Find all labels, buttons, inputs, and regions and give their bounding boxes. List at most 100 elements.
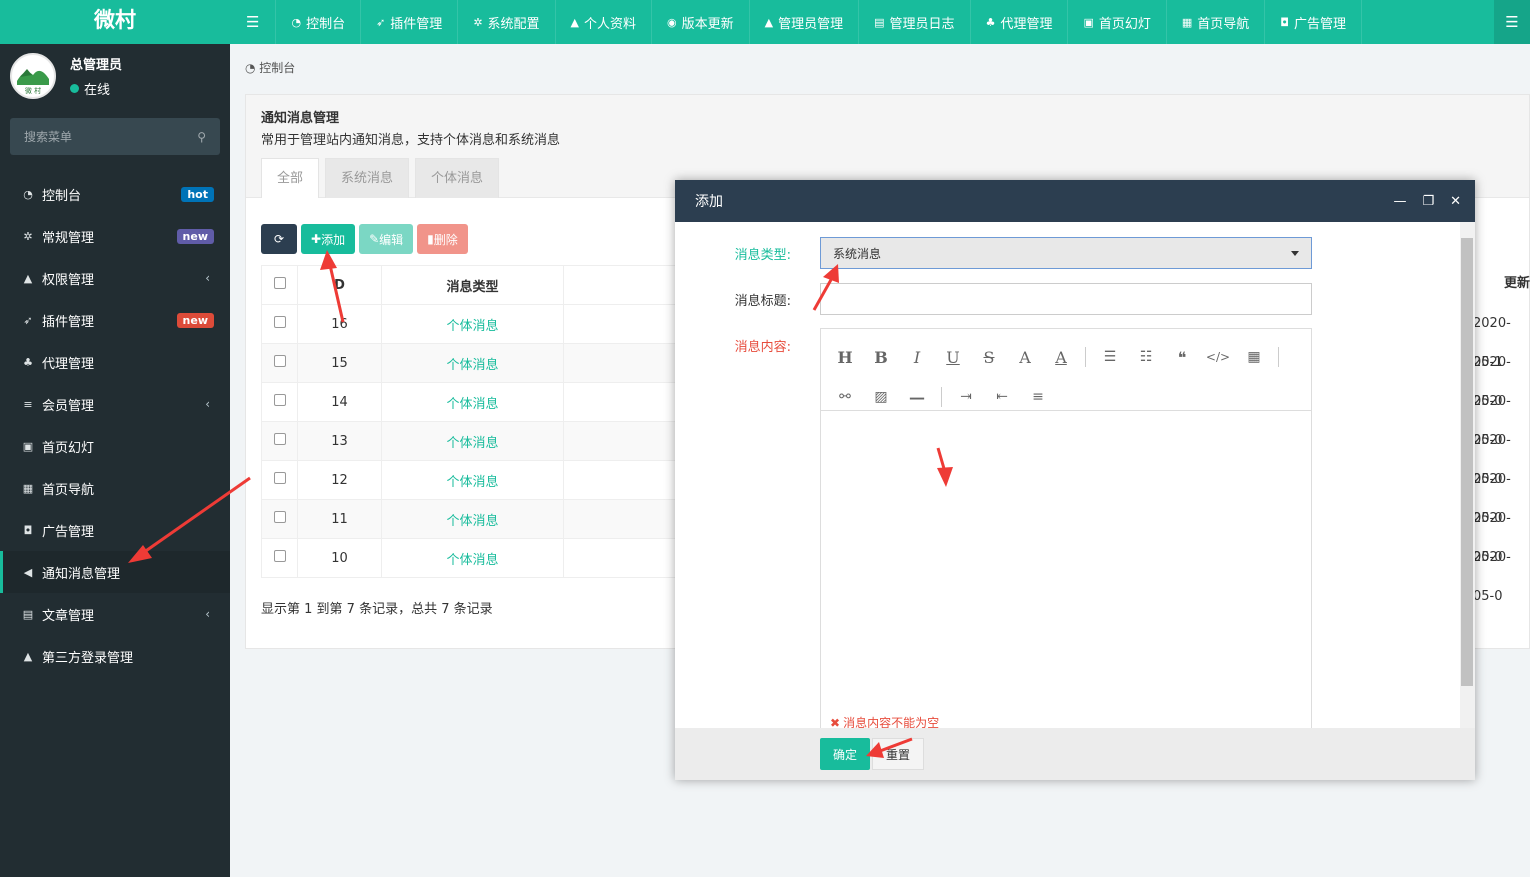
dialog-header[interactable]: 添加 — ❐ ✕ (675, 180, 1475, 222)
italic-icon[interactable]: I (899, 337, 935, 377)
topnav-item-10[interactable]: ◘ 广告管理 (1265, 0, 1363, 44)
table-row[interactable]: 13 个体消息 (261, 421, 691, 461)
right-menu-toggle-icon[interactable]: ☰ (1494, 0, 1530, 44)
indent-icon[interactable]: ⇥ (948, 377, 984, 417)
minimize-icon[interactable]: — (1393, 194, 1406, 209)
column-updated[interactable]: 更新 (1473, 264, 1530, 304)
strikethrough-icon[interactable]: S (971, 337, 1007, 377)
sidebar-item-10[interactable]: ▤ 文章管理 ‹ (0, 593, 230, 635)
search-icon[interactable]: ⚲ (197, 130, 206, 144)
sidebar-item-3[interactable]: ➶ 插件管理 new (0, 299, 230, 341)
sidebar-item-11[interactable]: ▲ 第三方登录管理 (0, 635, 230, 677)
reset-button[interactable]: 重置 (872, 738, 924, 770)
table-icon[interactable]: ▦ (1236, 337, 1272, 377)
add-button[interactable]: ✚ 添加 (301, 224, 356, 254)
sidebar-item-0[interactable]: ◔ 控制台 hot (0, 173, 230, 215)
sidebar-item-4[interactable]: ♣ 代理管理 (0, 341, 230, 383)
topnav-item-7[interactable]: ♣ 代理管理 (971, 0, 1069, 44)
topnav-item-9[interactable]: ▦ 首页导航 (1167, 0, 1266, 44)
topnav-item-1[interactable]: ➶ 插件管理 (361, 0, 459, 44)
topnav-item-2[interactable]: ✲ 系统配置 (458, 0, 556, 44)
row-type[interactable]: 个体消息 (381, 538, 564, 578)
breadcrumb[interactable]: ◔ 控制台 (245, 59, 295, 76)
message-title-input[interactable] (820, 283, 1312, 315)
sidebar-item-1[interactable]: ✲ 常规管理 new (0, 215, 230, 257)
film-icon: ▣ (22, 439, 34, 453)
topnav-item-3[interactable]: ▲ 个人资料 (556, 0, 653, 44)
row-spacer (563, 304, 691, 344)
delete-button[interactable]: ▮ 删除 (417, 224, 468, 254)
table-row[interactable]: 16 个体消息 (261, 304, 691, 344)
row-checkbox[interactable] (261, 499, 298, 539)
bold-icon[interactable]: B (863, 337, 899, 377)
row-checkbox[interactable] (261, 421, 298, 461)
chevron-left-icon: ‹ (205, 271, 210, 285)
chevron-left-icon: ‹ (205, 397, 210, 411)
maximize-icon[interactable]: ❐ (1422, 194, 1434, 209)
table-row[interactable]: 15 个体消息 (261, 343, 691, 383)
column-id[interactable]: D (297, 265, 382, 305)
app-logo[interactable]: 微村 (0, 0, 230, 44)
row-checkbox[interactable] (261, 382, 298, 422)
editor-content-area[interactable] (821, 411, 1311, 728)
link-icon[interactable]: ⚯ (827, 377, 863, 417)
column-type[interactable]: 消息类型 (381, 265, 564, 305)
close-icon[interactable]: ✕ (1450, 194, 1461, 209)
ordered-list-icon[interactable]: ☰ (1092, 337, 1128, 377)
page-title: 通知消息管理 (261, 111, 340, 126)
row-checkbox[interactable] (261, 460, 298, 500)
topnav-item-8[interactable]: ▣ 首页幻灯 (1068, 0, 1167, 44)
row-updated: 2020-05-0 (1473, 511, 1511, 565)
tab-system[interactable]: 系统消息 (325, 158, 410, 198)
group-icon: ▲ (23, 271, 33, 285)
table-row[interactable]: 11 个体消息 (261, 499, 691, 539)
heading-icon[interactable]: H (827, 337, 863, 377)
table-row[interactable]: 10 个体消息 (261, 538, 691, 578)
align-icon[interactable]: ≡ (1020, 377, 1056, 417)
film-icon: ▣ (1083, 15, 1094, 29)
tab-all[interactable]: 全部 (261, 158, 320, 198)
sidebar-item-5[interactable]: ≡ 会员管理 ‹ (0, 383, 230, 425)
table-row[interactable]: 12 个体消息 (261, 460, 691, 500)
font-color-icon[interactable]: A (1007, 337, 1043, 377)
unordered-list-icon[interactable]: ☷ (1128, 337, 1164, 377)
topnav-item-5[interactable]: ▲ 管理员管理 (750, 0, 860, 44)
edit-button[interactable]: ✎ 编辑 (359, 224, 414, 254)
row-type[interactable]: 个体消息 (381, 382, 564, 422)
table-row[interactable]: 14 个体消息 (261, 382, 691, 422)
row-type[interactable]: 个体消息 (381, 343, 564, 383)
message-type-select[interactable]: 系统消息 (820, 237, 1312, 269)
sidebar-toggle-icon[interactable]: ☰ (230, 0, 277, 44)
refresh-button[interactable]: ⟳ (261, 224, 297, 254)
horizontal-rule-icon[interactable]: — (899, 377, 935, 417)
sidebar: 微 村 总管理员 在线 搜索菜单 ⚲ ◔ 控制台 hot ✲ 常规管理 new ▲ 权限管理 ‹… (0, 44, 230, 877)
row-type[interactable]: 个体消息 (381, 460, 564, 500)
row-spacer (563, 460, 691, 500)
row-checkbox[interactable] (261, 343, 298, 383)
outdent-icon[interactable]: ⇤ (984, 377, 1020, 417)
topnav-item-4[interactable]: ◉ 版本更新 (652, 0, 750, 44)
topnav-item-6[interactable]: ▤ 管理员日志 (859, 0, 971, 44)
image-icon[interactable]: ▨ (863, 377, 899, 417)
code-icon[interactable]: </> (1200, 337, 1236, 377)
select-all-checkbox[interactable] (261, 265, 298, 305)
sidebar-item-6[interactable]: ▣ 首页幻灯 (0, 425, 230, 467)
row-checkbox[interactable] (261, 538, 298, 578)
underline-icon[interactable]: U (935, 337, 971, 377)
row-type[interactable]: 个体消息 (381, 304, 564, 344)
menu-search-input[interactable]: 搜索菜单 ⚲ (10, 118, 220, 155)
quote-icon[interactable]: ❝ (1164, 337, 1200, 377)
row-type[interactable]: 个体消息 (381, 499, 564, 539)
sidebar-item-9[interactable]: ◀ 通知消息管理 (0, 551, 230, 593)
row-type[interactable]: 个体消息 (381, 421, 564, 461)
background-color-icon[interactable]: A (1043, 337, 1079, 377)
sidebar-item-2[interactable]: ▲ 权限管理 ‹ (0, 257, 230, 299)
avatar: 微 村 (10, 52, 56, 99)
confirm-button[interactable]: 确定 (820, 738, 870, 770)
sidebar-item-8[interactable]: ◘ 广告管理 (0, 509, 230, 551)
topnav-item-0[interactable]: ◔ 控制台 (276, 0, 362, 44)
scrollbar-thumb[interactable] (1461, 238, 1473, 686)
sidebar-item-7[interactable]: ▦ 首页导航 (0, 467, 230, 509)
row-checkbox[interactable] (261, 304, 298, 344)
tab-individual[interactable]: 个体消息 (415, 158, 500, 198)
